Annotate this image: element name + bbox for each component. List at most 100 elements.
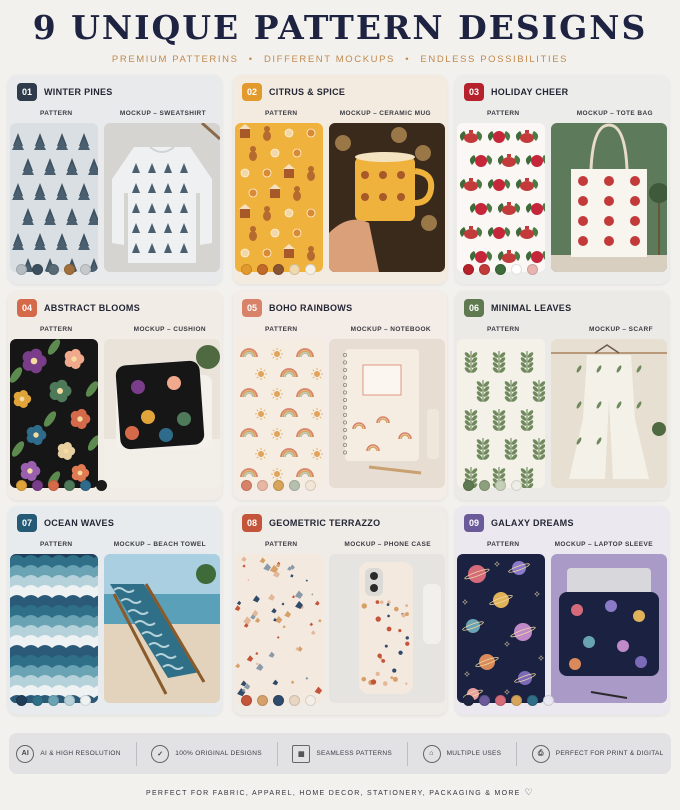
divider	[135, 741, 137, 766]
mockup-label: MOCKUP – TOTE BAG	[576, 110, 653, 117]
card-title: CITRUS & SPICE	[269, 87, 346, 97]
subtitle-part-3: ENDLESS POSSIBILITIES	[420, 54, 569, 65]
color-swatch	[273, 695, 284, 706]
mockup-image	[104, 339, 220, 488]
feature-label: SEAMLESS PATTERNS	[316, 750, 393, 757]
pattern-label: PATTERN	[40, 110, 73, 117]
subtitle: PREMIUM PATTERINS • DIFFERENT MOCKUPS • …	[0, 54, 680, 65]
color-swatches	[16, 264, 91, 275]
mockup-image	[329, 554, 445, 703]
subtitle-part-2: DIFFERENT MOCKUPS	[263, 54, 395, 65]
mockup-image	[329, 339, 445, 488]
footer: PERFECT FOR FABRIC, APPAREL, HOME DECOR,…	[0, 787, 680, 798]
color-swatches	[16, 695, 91, 706]
notebook-icon	[329, 339, 445, 488]
card-header: 02 CITRUS & SPICE	[242, 83, 345, 101]
mockup-label: MOCKUP – NOTEBOOK	[350, 326, 431, 333]
card-header: 09 GALAXY DREAMS	[464, 514, 574, 532]
page-title: 9 UNIQUE PATTERN DESIGNS	[32, 8, 648, 47]
color-swatch	[495, 264, 506, 275]
card-header: 06 MINIMAL LEAVES	[464, 299, 571, 317]
mockup-label: MOCKUP – SWEATSHIRT	[119, 110, 206, 117]
mockup-image	[329, 123, 445, 272]
card-title: GEOMETRIC TERRAZZO	[269, 518, 381, 528]
color-swatch	[479, 480, 490, 491]
pattern-swatch-image	[10, 123, 98, 272]
color-swatch	[257, 264, 268, 275]
color-swatch	[80, 480, 91, 491]
tag-icon: ⌂	[422, 744, 441, 763]
features-bar: AI AI & HIGH RESOLUTION ✓ 100% ORIGINAL …	[9, 733, 671, 774]
card-number-badge: 07	[17, 514, 37, 532]
color-swatch	[463, 480, 474, 491]
pattern-label: PATTERN	[487, 326, 520, 333]
color-swatch	[479, 264, 490, 275]
pattern-label: PATTERN	[487, 110, 520, 117]
mockup-image	[104, 554, 220, 703]
cushion-icon	[104, 339, 220, 488]
mockup-label: MOCKUP – SCARF	[589, 326, 653, 333]
pattern-label: PATTERN	[40, 326, 73, 333]
teapot-holly-icon	[457, 123, 545, 272]
printer-icon: ⎙	[531, 744, 550, 763]
card-number-badge: 08	[242, 514, 262, 532]
card-title: MINIMAL LEAVES	[491, 303, 572, 313]
color-swatch	[463, 264, 474, 275]
color-swatch	[241, 264, 252, 275]
card-title: WINTER PINES	[44, 87, 113, 97]
subtitle-separator: •	[405, 54, 411, 65]
color-swatch	[511, 695, 522, 706]
beach-chair-icon	[104, 554, 220, 703]
mockup-image	[104, 123, 220, 272]
sweatshirt-icon	[104, 123, 220, 272]
color-swatches	[241, 695, 316, 706]
pattern-swatch-image	[457, 554, 545, 703]
pattern-label: PATTERN	[40, 541, 73, 548]
subtitle-part-1: PREMIUM PATTERINS	[111, 54, 239, 65]
divider	[276, 741, 278, 766]
color-swatch	[463, 695, 474, 706]
pattern-label: PATTERN	[265, 326, 298, 333]
header: 9 UNIQUE PATTERN DESIGNS PREMIUM PATTERI…	[0, 0, 680, 70]
feature-item: ⎙ PERFECT FOR PRINT & DIGITAL	[531, 744, 664, 763]
color-swatch	[16, 695, 27, 706]
color-swatch	[305, 264, 316, 275]
color-swatch	[32, 695, 43, 706]
pattern-label: PATTERN	[265, 110, 298, 117]
color-swatch	[32, 264, 43, 275]
color-swatch	[257, 480, 268, 491]
color-swatch	[64, 695, 75, 706]
subtitle-separator: •	[248, 54, 254, 65]
card-header: 05 BOHO RAINBOWS	[242, 299, 352, 317]
color-swatches	[16, 480, 107, 491]
color-swatch	[64, 264, 75, 275]
card-title: GALAXY DREAMS	[491, 518, 574, 528]
feature-label: 100% ORIGINAL DESIGNS	[175, 750, 262, 757]
color-swatch	[32, 480, 43, 491]
pattern-swatch-image	[235, 554, 323, 703]
card-number-badge: 09	[464, 514, 484, 532]
pattern-label: PATTERN	[265, 541, 298, 548]
color-swatches	[241, 480, 316, 491]
mockup-image	[551, 123, 667, 272]
color-swatch	[16, 264, 27, 275]
feature-label: PERFECT FOR PRINT & DIGITAL	[555, 750, 664, 757]
flower-icon	[10, 339, 98, 488]
mockup-label: MOCKUP – CUSHION	[133, 326, 206, 333]
phone-case-icon	[329, 554, 445, 703]
card-header: 08 GEOMETRIC TERRAZZO	[242, 514, 380, 532]
leaf-icon	[457, 339, 545, 488]
color-swatch	[48, 480, 59, 491]
feature-item: AI AI & HIGH RESOLUTION	[16, 744, 120, 763]
color-swatch	[479, 695, 490, 706]
pattern-card: 05 BOHO RAINBOWS PATTERN MOCKUP – NOTEBOOK	[233, 291, 447, 500]
card-number-badge: 02	[242, 83, 262, 101]
scarf-icon	[551, 339, 667, 488]
pattern-swatch-image	[10, 554, 98, 703]
ai-icon: AI	[16, 744, 35, 763]
mockup-label: MOCKUP – PHONE CASE	[344, 541, 431, 548]
color-swatch	[80, 695, 91, 706]
color-swatch	[527, 695, 538, 706]
card-number-badge: 03	[464, 83, 484, 101]
color-swatch	[495, 695, 506, 706]
